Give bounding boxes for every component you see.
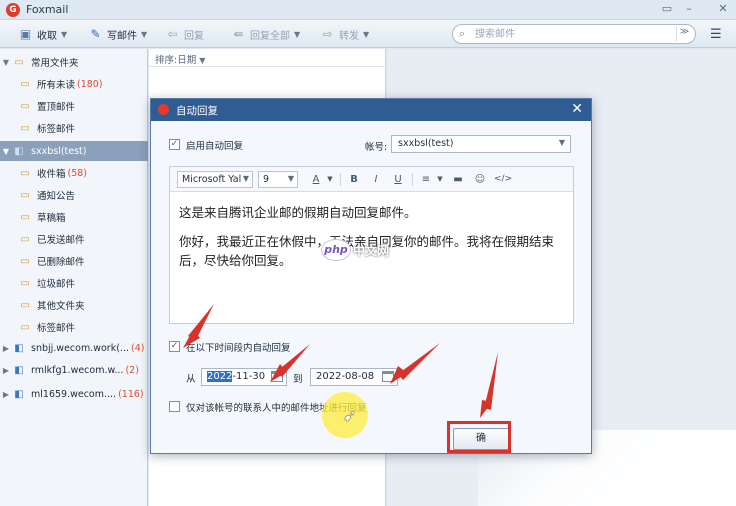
watermark: php 中文网 xyxy=(322,239,389,261)
php-logo-icon: php xyxy=(322,240,350,260)
mouse-pointer-icon: ➹ xyxy=(343,406,357,425)
